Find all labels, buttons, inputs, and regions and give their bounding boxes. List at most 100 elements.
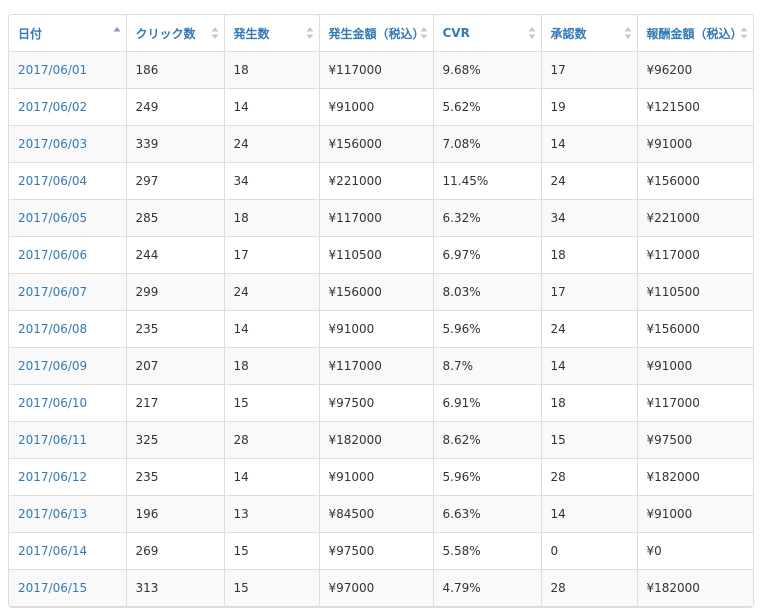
cell-conversions: 15 [224,569,320,607]
date-link[interactable]: 2017/06/02 [18,100,87,114]
cell-approvals: 14 [541,495,638,533]
cell-reward-amount: ¥221000 [637,199,753,237]
cell-reward-amount: ¥96200 [637,51,753,89]
cell-conversion-amount: ¥97500 [319,532,434,570]
cell-approvals: 15 [541,421,638,459]
column-header-date[interactable]: 日付 [9,15,127,52]
cell-cvr: 11.45% [433,162,542,200]
cell-date: 2017/06/07 [9,273,127,311]
column-header-approvals[interactable]: 承認数 [541,15,638,52]
cell-approvals: 0 [541,532,638,570]
table-row: 2017/06/05 285 18 ¥117000 6.32% 34 ¥221000 [9,199,753,237]
cell-conversion-amount: ¥84500 [319,495,434,533]
sort-both-icon [420,26,428,40]
date-link[interactable]: 2017/06/04 [18,174,87,188]
cell-clicks: 207 [126,347,225,385]
cell-reward-amount: ¥91000 [637,347,753,385]
cell-clicks: 285 [126,199,225,237]
cell-clicks: 299 [126,273,225,311]
column-header-label: CVR [442,26,470,40]
cell-cvr: 5.62% [433,88,542,126]
table-row: 2017/06/08 235 14 ¥91000 5.96% 24 ¥156000 [9,310,753,348]
cell-conversion-amount: ¥182000 [319,421,434,459]
cell-reward-amount: ¥121500 [637,88,753,126]
cell-cvr: 6.97% [433,236,542,274]
cell-cvr: 7.08% [433,125,542,163]
cell-conversion-amount: ¥97500 [319,384,434,422]
date-link[interactable]: 2017/06/06 [18,248,87,262]
table-row: 2017/06/01 186 18 ¥117000 9.68% 17 ¥96200 [9,51,753,89]
date-link[interactable]: 2017/06/09 [18,359,87,373]
table-row: 2017/06/14 269 15 ¥97500 5.58% 0 ¥0 [9,532,753,570]
sort-ascending-icon [113,26,121,40]
cell-conversion-amount: ¥156000 [319,125,434,163]
table-row: 2017/06/13 196 13 ¥84500 6.63% 14 ¥91000 [9,495,753,533]
date-link[interactable]: 2017/06/13 [18,507,87,521]
cell-conversions: 24 [224,273,320,311]
cell-clicks: 297 [126,162,225,200]
cell-conversions: 24 [224,125,320,163]
column-header-label: 発生金額（税込） [328,26,425,41]
cell-approvals: 28 [541,458,638,496]
cell-conversion-amount: ¥91000 [319,458,434,496]
table-row: 2017/06/09 207 18 ¥117000 8.7% 14 ¥91000 [9,347,753,385]
cell-reward-amount: ¥182000 [637,569,753,607]
cell-reward-amount: ¥156000 [637,310,753,348]
column-header-conversion-amount[interactable]: 発生金額（税込） [319,15,434,52]
cell-approvals: 28 [541,569,638,607]
cell-date: 2017/06/06 [9,236,127,274]
cell-clicks: 244 [126,236,225,274]
cell-conversions: 14 [224,88,320,126]
column-header-clicks[interactable]: クリック数 [126,15,225,52]
cell-conversion-amount: ¥91000 [319,310,434,348]
column-header-cvr[interactable]: CVR [433,15,542,52]
date-link[interactable]: 2017/06/14 [18,544,87,558]
column-header-label: 承認数 [550,26,587,41]
cell-conversions: 14 [224,310,320,348]
cell-reward-amount: ¥117000 [637,384,753,422]
cell-clicks: 235 [126,310,225,348]
cell-date: 2017/06/10 [9,384,127,422]
table-row: 2017/06/10 217 15 ¥97500 6.91% 18 ¥117000 [9,384,753,422]
date-link[interactable]: 2017/06/05 [18,211,87,225]
cell-clicks: 249 [126,88,225,126]
cell-cvr: 6.63% [433,495,542,533]
table-row: 2017/06/15 313 15 ¥97000 4.79% 28 ¥182000 [9,569,753,607]
cell-approvals: 19 [541,88,638,126]
cell-conversion-amount: ¥156000 [319,273,434,311]
date-link[interactable]: 2017/06/08 [18,322,87,336]
cell-approvals: 34 [541,199,638,237]
cell-cvr: 8.7% [433,347,542,385]
table-row: 2017/06/06 244 17 ¥110500 6.97% 18 ¥117000 [9,236,753,274]
date-link[interactable]: 2017/06/01 [18,63,87,77]
cell-conversions: 13 [224,495,320,533]
date-link[interactable]: 2017/06/11 [18,433,87,447]
cell-reward-amount: ¥182000 [637,458,753,496]
cell-conversions: 15 [224,532,320,570]
table-row: 2017/06/11 325 28 ¥182000 8.62% 15 ¥97500 [9,421,753,459]
sort-both-icon [624,26,632,40]
column-header-reward-amount[interactable]: 報酬金額（税込） [637,15,753,52]
column-header-label: 発生数 [233,26,270,41]
date-link[interactable]: 2017/06/15 [18,581,87,595]
date-link[interactable]: 2017/06/10 [18,396,87,410]
cell-approvals: 14 [541,125,638,163]
date-link[interactable]: 2017/06/12 [18,470,87,484]
report-table-container: 日付 クリック数 発生数 発生金額（税込） CVR 承認数 報酬金額（税込） 2… [8,14,754,608]
cell-date: 2017/06/03 [9,125,127,163]
sort-both-icon [740,26,748,40]
date-link[interactable]: 2017/06/07 [18,285,87,299]
cell-conversion-amount: ¥117000 [319,51,434,89]
table-row: 2017/06/03 339 24 ¥156000 7.08% 14 ¥91000 [9,125,753,163]
cell-approvals: 17 [541,51,638,89]
column-header-conversions[interactable]: 発生数 [224,15,320,52]
cell-cvr: 5.58% [433,532,542,570]
date-link[interactable]: 2017/06/03 [18,137,87,151]
cell-conversions: 15 [224,384,320,422]
cell-date: 2017/06/02 [9,88,127,126]
cell-reward-amount: ¥97500 [637,421,753,459]
cell-cvr: 5.96% [433,458,542,496]
cell-approvals: 24 [541,310,638,348]
cell-clicks: 269 [126,532,225,570]
cell-reward-amount: ¥117000 [637,236,753,274]
